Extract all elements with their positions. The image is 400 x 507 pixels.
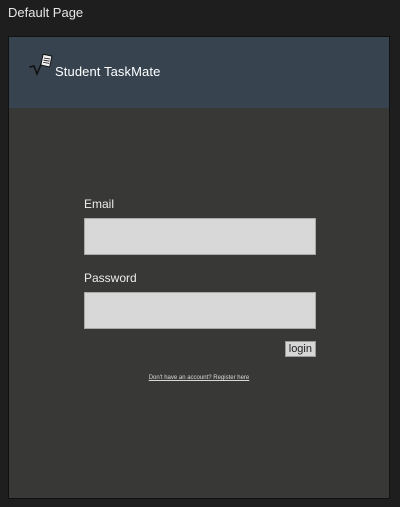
email-field[interactable]: [84, 218, 316, 255]
checkmark-clipboard-icon: [29, 52, 55, 80]
email-label: Email: [84, 197, 115, 211]
login-button[interactable]: login: [284, 341, 316, 357]
page-title: Default Page: [8, 5, 84, 20]
register-link[interactable]: Don't have an account? Register here: [9, 375, 389, 381]
password-field[interactable]: [84, 292, 316, 329]
app-name: Student TaskMate: [55, 64, 161, 79]
login-row: login: [84, 341, 316, 359]
login-form: Email Password login: [84, 197, 316, 359]
app-header: Student TaskMate: [9, 37, 389, 108]
app-frame: Student TaskMate Email Password login Do…: [8, 36, 390, 499]
password-label: Password: [84, 271, 137, 285]
